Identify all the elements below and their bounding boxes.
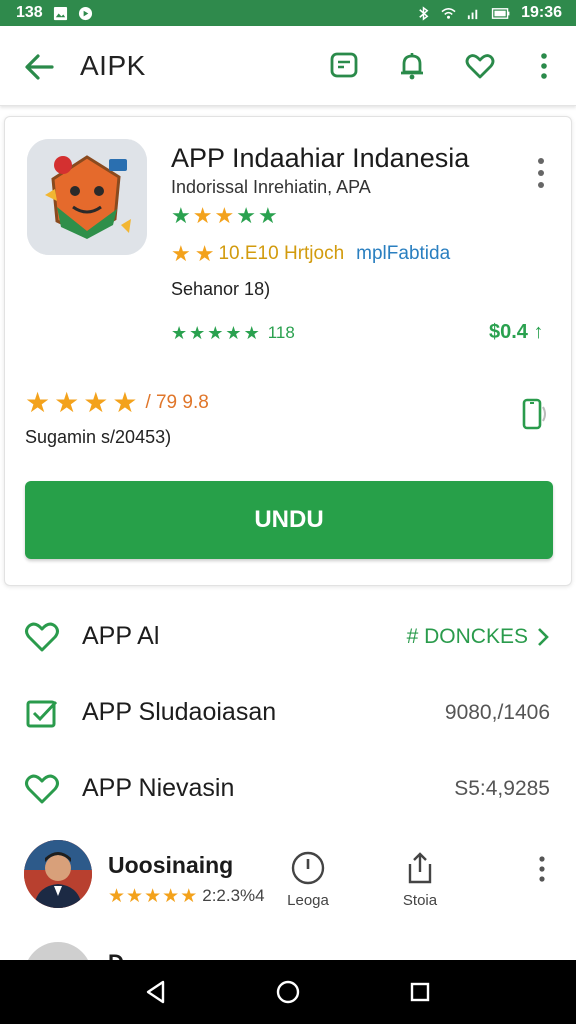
green-star-rating: ★ ★ ★ ★ ★ 118 [171, 323, 295, 343]
star-icon: ★ [144, 885, 162, 907]
signal-icon [467, 9, 478, 19]
star-icon: ★ [257, 203, 278, 228]
message-button[interactable] [326, 48, 362, 84]
list-item-meta-text: # DONCKES [406, 625, 528, 648]
app-title: APP Indaahiar Indanesia [171, 143, 470, 173]
star-icon: ★ [126, 885, 144, 907]
app-icon [27, 139, 147, 255]
share-icon [408, 852, 432, 884]
app-detail-card: APP Indaahiar Indanesia Indorissal Inreh… [4, 116, 572, 586]
review-action-1-label: Leoga [287, 892, 329, 909]
chevron-right-icon [538, 628, 549, 646]
checkbox-icon [26, 700, 58, 728]
large-star-rating: ★ ★ ★ ★ / 79 9.8 [25, 389, 209, 417]
app-star-rating: ★ ★ ★ ★ ★ [171, 205, 278, 227]
status-bar: 138 19:36 [0, 0, 576, 26]
home-circle-icon [276, 980, 300, 1004]
nav-back-button[interactable] [141, 977, 171, 1007]
list-item-label: APP Al [82, 622, 160, 650]
rating-text-secondary: mplFabtida [356, 243, 451, 264]
large-rating-value: / 79 9.8 [145, 392, 209, 413]
avatar[interactable] [24, 840, 92, 908]
star-icon: ★ [162, 885, 180, 907]
star-icon: ★ [171, 203, 191, 228]
star-icon: ★ [171, 241, 191, 266]
app-bar: AIPK [0, 26, 576, 106]
review-action-2[interactable]: Stoia [385, 850, 455, 909]
list-item-meta: S5:4,9285 [454, 777, 550, 800]
star-icon: ★ [171, 323, 188, 343]
star-icon: ★ [180, 885, 198, 907]
heart-icon [25, 622, 59, 652]
more-vertical-icon[interactable] [529, 155, 553, 191]
app-price: $0.4 ↑ [489, 321, 544, 343]
app-bar-title: AIPK [80, 50, 146, 81]
avatar-photo [24, 840, 92, 908]
list-item-label: APP Nievasin [82, 774, 235, 802]
app-size: Sehanor 18) [171, 279, 271, 299]
review-action-1[interactable]: Leoga [273, 850, 343, 909]
back-arrow-icon[interactable] [22, 50, 56, 84]
star-icon: ★ [54, 387, 80, 418]
nav-recents-button[interactable] [405, 977, 435, 1007]
review-star-rating: ★ ★ ★ ★ ★ 2:2.3%4 [108, 886, 265, 906]
message-icon [330, 52, 358, 78]
app-logo-graphic [27, 139, 147, 255]
status-time: 138 [16, 4, 43, 21]
list-item-meta: # DONCKES [407, 625, 550, 649]
nav-home-button[interactable] [273, 977, 303, 1007]
download-count: Sugamin s/20453) [25, 427, 172, 447]
list-item[interactable]: APP Nievasin S5:4,9285 [0, 750, 576, 826]
review-item: Uoosinaing ★ ★ ★ ★ ★ 2:2.3%4 Leoga Stoia [0, 838, 576, 918]
heart-icon [465, 54, 495, 79]
rating-count: 118 [267, 323, 295, 342]
review-action-2-label: Stoia [402, 892, 438, 909]
list-item[interactable]: APP Al # DONCKES [0, 598, 576, 674]
star-icon: ★ [189, 323, 206, 343]
list-item-label: APP Sludaoiasan [82, 698, 277, 726]
star-icon: ★ [83, 387, 109, 418]
wishlist-button[interactable] [462, 48, 498, 84]
bluetooth-icon [419, 5, 429, 21]
app-developer: Indorissal Inrehiatin, APA [171, 177, 371, 197]
star-icon: ★ [25, 387, 51, 418]
wifi-icon [441, 7, 456, 19]
bell-icon [401, 53, 423, 80]
more-vertical-icon [541, 53, 547, 79]
list-item-meta: 9080,/1406 [444, 701, 550, 724]
overflow-menu-button[interactable] [526, 48, 562, 84]
play-icon [78, 6, 92, 20]
star-icon: ★ [207, 323, 224, 343]
star-icon: ★ [192, 203, 213, 228]
recents-square-icon [410, 982, 430, 1002]
star-icon: ★ [214, 203, 235, 228]
heart-icon [25, 774, 59, 804]
star-icon: ★ [243, 323, 260, 343]
back-triangle-icon [146, 980, 165, 1004]
battery-icon [491, 7, 510, 19]
star-icon: ★ [194, 241, 215, 266]
star-icon: ★ [236, 203, 256, 228]
list-item[interactable]: APP Sludaoiasan 9080,/1406 [0, 674, 576, 750]
rating-summary: ★ ★ 10.E10 Hrtjoch mplFabtida [171, 243, 450, 265]
more-vertical-icon[interactable] [532, 854, 552, 884]
install-button[interactable]: UNDU [25, 481, 553, 559]
star-icon: ★ [225, 323, 242, 343]
reviewer-name: Uoosinaing [108, 852, 234, 878]
clock-icon [291, 851, 325, 885]
notification-button[interactable] [394, 48, 430, 84]
star-icon: ★ [112, 387, 138, 418]
review-date: 2:2.3%4 [202, 886, 265, 905]
status-clock: 19:36 [521, 4, 562, 21]
system-nav-bar [0, 960, 576, 1024]
rating-text: 10.E10 Hrtjoch [218, 243, 345, 264]
device-icon[interactable] [519, 397, 549, 431]
image-icon [53, 6, 67, 20]
star-icon: ★ [108, 885, 126, 907]
